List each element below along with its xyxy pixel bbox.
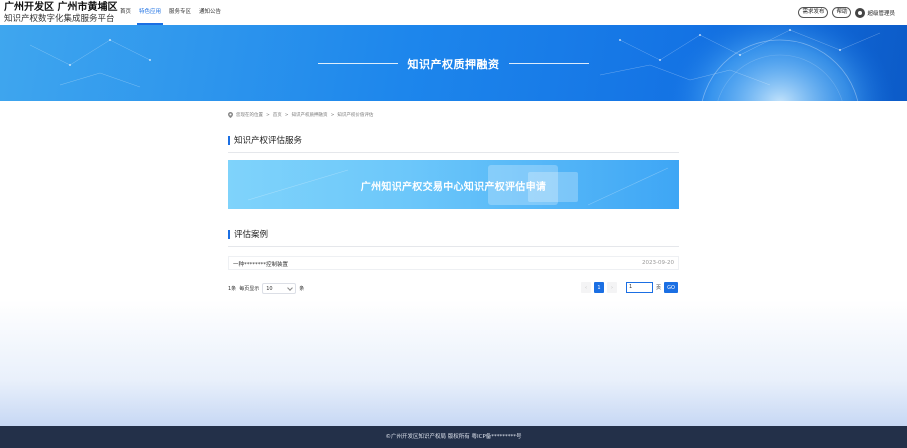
page-size-value: 10: [266, 285, 273, 292]
avatar-icon: [855, 7, 866, 18]
page-unit-label: 页: [656, 285, 662, 291]
main-nav: 首页 特色应用 服务专区 通知公告: [116, 0, 225, 25]
breadcrumb-home[interactable]: 首页: [273, 112, 282, 118]
footer: ©广州开发区知识产权局 版权所有 粤ICP备*********号: [0, 426, 907, 448]
nav-item-featured[interactable]: 特色应用: [135, 0, 165, 25]
site-subtitle: 知识产权数字化集成服务平台: [4, 14, 115, 24]
breadcrumb: 您现在的位置 > 首页 > 知识产权质押融资 > 知识产权价值评估: [228, 112, 373, 118]
header-actions: 需求发布 帮助 超级管理员: [798, 7, 895, 18]
goto-page-input[interactable]: 1: [626, 282, 653, 293]
breadcrumb-current: 知识产权价值评估: [337, 113, 374, 118]
title-accent-bar: [228, 229, 230, 239]
breadcrumb-prefix: 您现在的位置: [236, 113, 263, 118]
site-title[interactable]: 广州开发区 广州市黄埔区: [4, 2, 117, 13]
service-section-title: 知识产权评估服务: [228, 134, 302, 146]
case-title: 一种********控制装置: [233, 262, 289, 268]
section-divider: [228, 152, 679, 153]
nav-item-services[interactable]: 服务专区: [165, 0, 195, 25]
go-button[interactable]: GO: [664, 282, 679, 293]
prev-page-button[interactable]: ‹: [581, 282, 591, 293]
next-page-button[interactable]: ›: [607, 282, 617, 293]
breadcrumb-separator: >: [266, 112, 270, 118]
top-header: 广州开发区 广州市黄埔区 知识产权数字化集成服务平台 首页 特色应用 服务专区 …: [0, 0, 907, 25]
pagination-controls: ‹ 1 › 1 页 GO: [581, 282, 679, 293]
nav-item-home[interactable]: 首页: [116, 0, 135, 25]
pagination-size: 1条 每页显示 10 条: [228, 283, 304, 294]
breadcrumb-pledge[interactable]: 知识产权质押融资: [292, 112, 328, 118]
apply-banner-text: 广州知识产权交易中心知识产权评估申请: [360, 182, 547, 193]
page-size-select[interactable]: 10: [262, 283, 297, 294]
list-item[interactable]: 一种********控制装置 2023-09-20: [228, 256, 679, 270]
hero-banner: 知识产权质押融资: [0, 25, 907, 101]
section-divider: [228, 246, 679, 247]
banner-title: 知识产权质押融资: [407, 58, 500, 71]
service-section-label: 知识产权评估服务: [234, 136, 303, 146]
help-button[interactable]: 帮助: [832, 7, 852, 18]
breadcrumb-separator: >: [284, 112, 289, 118]
per-page-unit: 条: [299, 286, 305, 292]
page-number-button[interactable]: 1: [594, 282, 604, 293]
breadcrumb-separator: >: [330, 112, 335, 118]
user-menu[interactable]: 超级管理员: [855, 7, 895, 18]
total-count: 1条: [228, 286, 237, 292]
cases-section-title: 评估案例: [228, 228, 268, 240]
case-date: 2023-09-20: [642, 260, 674, 266]
evaluation-apply-banner[interactable]: 广州知识产权交易中心知识产权评估申请: [228, 160, 679, 209]
footer-copyright: ©广州开发区知识产权局 版权所有 粤ICP备*********号: [385, 434, 522, 440]
chevron-down-icon: [287, 284, 294, 291]
nav-item-notices[interactable]: 通知公告: [195, 0, 225, 25]
title-accent-bar: [228, 135, 230, 145]
user-name: 超级管理员: [867, 10, 895, 17]
location-pin-icon: [228, 112, 233, 118]
chevron-left-icon: ‹: [585, 284, 587, 291]
demand-publish-button[interactable]: 需求发布: [798, 7, 829, 18]
cases-section-label: 评估案例: [234, 230, 269, 240]
chevron-right-icon: ›: [611, 284, 613, 291]
per-page-label: 每页显示: [239, 286, 260, 292]
banner-line-right: [509, 63, 589, 64]
